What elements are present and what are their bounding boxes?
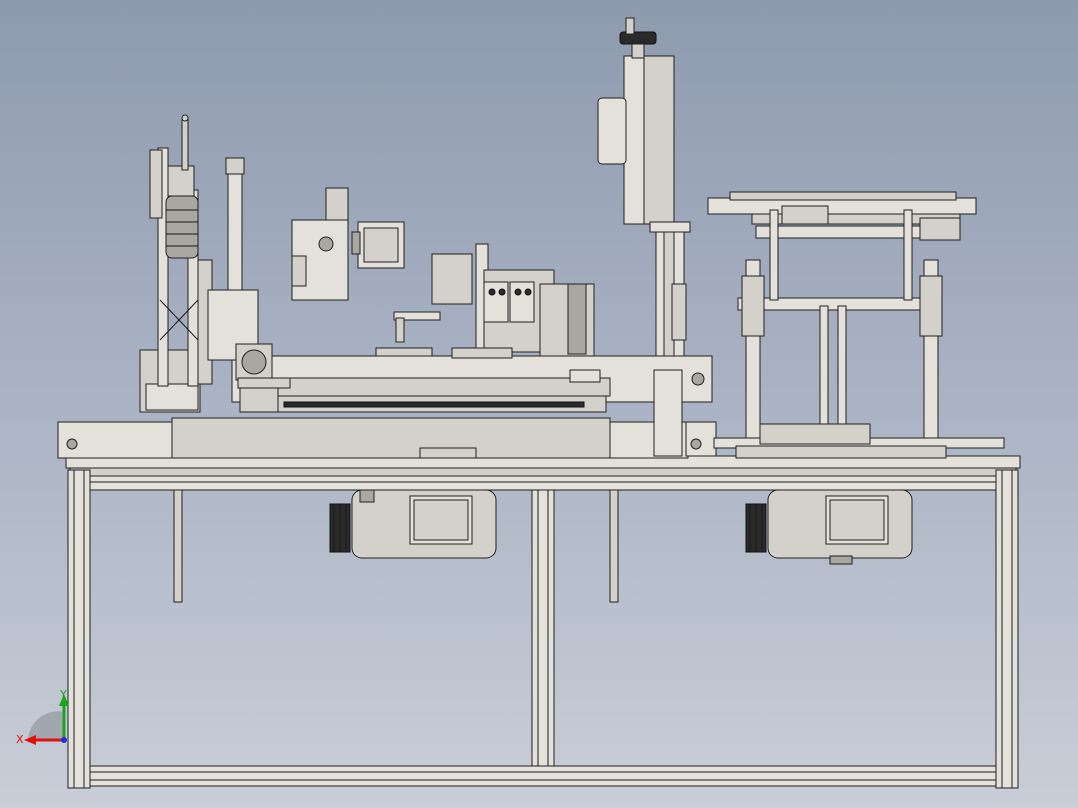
vertical-actuator bbox=[597, 17, 691, 357]
center-gripper bbox=[375, 243, 595, 359]
triad-y-label: Y bbox=[60, 688, 67, 701]
cad-viewport[interactable]: Y X bbox=[0, 0, 1078, 808]
left-assembly bbox=[139, 114, 291, 413]
triad-x-label: X bbox=[16, 733, 24, 746]
right-station bbox=[707, 191, 977, 445]
motor-left bbox=[329, 489, 497, 559]
center-left-bracket bbox=[291, 187, 441, 343]
motor-right bbox=[745, 489, 913, 565]
coordinate-triad-icon bbox=[24, 694, 69, 745]
machine-model[interactable] bbox=[0, 0, 1078, 808]
